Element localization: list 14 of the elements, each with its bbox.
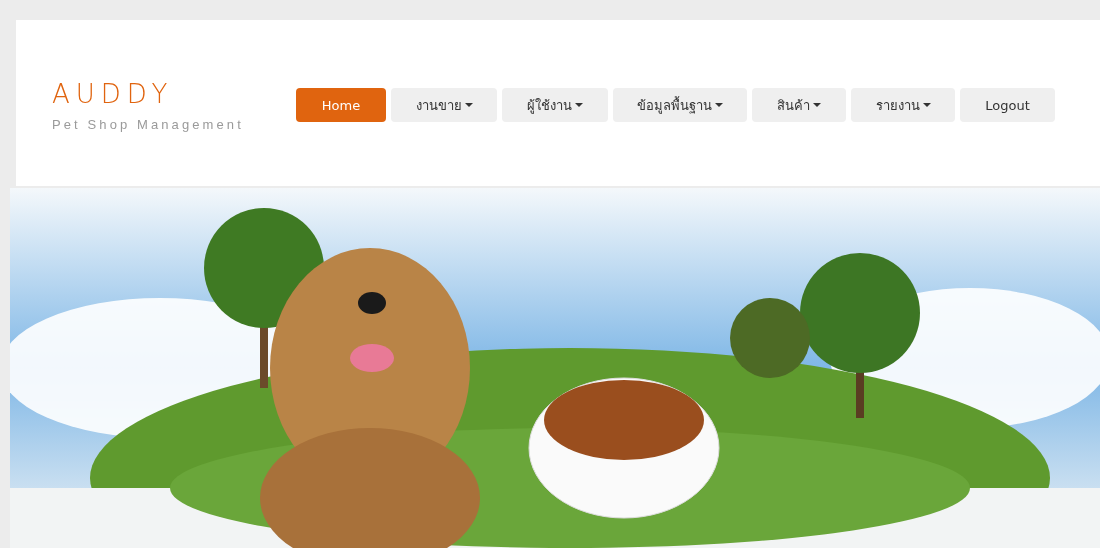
caret-icon xyxy=(715,103,723,107)
nav-button[interactable]: รายงาน xyxy=(851,88,955,122)
brand-logo: AUDDY xyxy=(52,78,175,109)
brand-subtitle: Pet Shop Management xyxy=(52,116,245,132)
caret-icon xyxy=(464,103,473,107)
caret-icon xyxy=(813,103,821,107)
nav-button[interactable]: Home xyxy=(296,88,386,122)
nav-button[interactable]: ข้อมูลพื้นฐาน xyxy=(613,88,747,122)
caret-icon xyxy=(575,103,583,107)
nav-button[interactable]: ผู้ใช้งาน xyxy=(502,88,608,122)
nav-button[interactable]: งานขาย xyxy=(391,88,497,122)
nav-button[interactable]: Logout xyxy=(960,88,1055,122)
caret-icon xyxy=(922,103,931,107)
nav-button[interactable]: สินค้า xyxy=(752,88,846,122)
